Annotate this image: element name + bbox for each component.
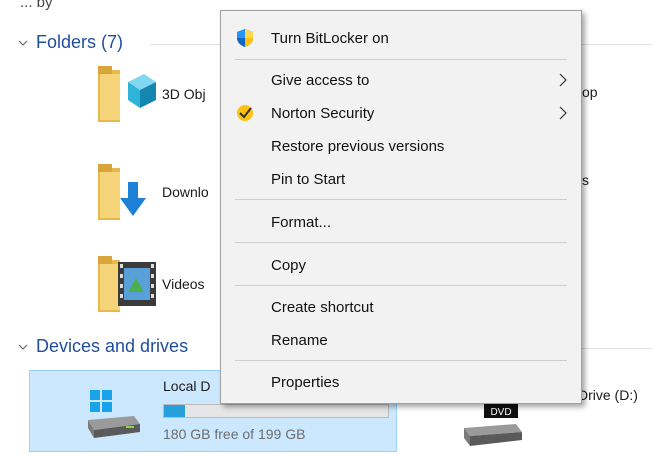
menu-separator	[235, 242, 567, 243]
folders-section-header[interactable]: Folders (7)	[18, 32, 123, 53]
context-menu: Turn BitLocker on Give access to Norton …	[220, 10, 582, 404]
folder-name-partial[interactable]: op	[582, 84, 598, 100]
menu-separator	[235, 360, 567, 361]
menu-item-label: Format...	[271, 213, 332, 231]
menu-item-copy[interactable]: Copy	[221, 250, 581, 280]
menu-item-label: Create shortcut	[271, 298, 374, 316]
uac-shield-icon	[235, 28, 255, 48]
dvd-drive-name[interactable]: Drive (D:)	[578, 387, 638, 403]
drive-usage-fill	[164, 405, 186, 417]
menu-item-label: Turn BitLocker on	[271, 29, 389, 47]
drive-free-space: 180 GB free of 199 GB	[163, 426, 306, 442]
section-divider	[582, 348, 652, 349]
drive-name: Local D	[163, 378, 211, 394]
menu-separator	[235, 199, 567, 200]
menu-item-label: Rename	[271, 331, 328, 349]
file-explorer: ... by Folders (7) 3D Obj Downlo Videos …	[0, 0, 655, 459]
menu-item-rename[interactable]: Rename	[221, 325, 581, 355]
menu-item-create-shortcut[interactable]: Create shortcut	[221, 292, 581, 322]
menu-item-label: Copy	[271, 256, 307, 274]
dvd-drive-icon[interactable]: DVD	[462, 404, 524, 453]
menu-separator	[235, 59, 567, 60]
folder-item-3d-objects[interactable]: 3D Obj	[98, 62, 206, 126]
menu-separator	[235, 285, 567, 286]
chevron-right-icon	[559, 73, 567, 87]
cropped-top-text: ... by	[20, 0, 53, 11]
menu-item-give-access-to[interactable]: Give access to	[221, 65, 581, 95]
drive-usage-bar	[163, 404, 389, 418]
folder-name: 3D Obj	[162, 86, 206, 102]
devices-section-label: Devices and drives	[36, 336, 189, 356]
videos-folder-icon	[98, 252, 158, 316]
menu-item-label: Restore previous versions	[271, 137, 445, 155]
dvd-badge: DVD	[490, 407, 511, 418]
menu-item-restore-previous-versions[interactable]: Restore previous versions	[221, 131, 581, 161]
menu-item-label: Give access to	[271, 71, 370, 89]
menu-item-pin-to-start[interactable]: Pin to Start	[221, 164, 581, 194]
section-divider	[582, 44, 652, 45]
menu-item-format[interactable]: Format...	[221, 207, 581, 237]
chevron-right-icon	[559, 106, 567, 120]
menu-item-label: Norton Security	[271, 104, 375, 122]
menu-item-norton-security[interactable]: Norton Security	[221, 98, 581, 128]
chevron-down-icon	[18, 344, 28, 350]
folders-section-label: Folders (7)	[36, 32, 124, 52]
3d-objects-folder-icon	[98, 62, 158, 126]
windows-drive-icon	[86, 388, 142, 447]
folder-name: Downlo	[162, 184, 209, 200]
folder-item-videos[interactable]: Videos	[98, 252, 205, 316]
devices-section-header[interactable]: Devices and drives	[18, 336, 188, 357]
menu-item-properties[interactable]: Properties	[221, 367, 581, 397]
menu-item-label: Properties	[271, 373, 340, 391]
downloads-folder-icon	[98, 160, 158, 224]
section-divider	[150, 44, 220, 45]
menu-item-label: Pin to Start	[271, 170, 346, 188]
folder-name: Videos	[162, 276, 205, 292]
folder-item-downloads[interactable]: Downlo	[98, 160, 209, 224]
chevron-down-icon	[18, 40, 28, 46]
menu-item-turn-bitlocker-on[interactable]: Turn BitLocker on	[221, 23, 581, 53]
folder-name-partial[interactable]: s	[582, 172, 589, 188]
norton-check-icon	[235, 103, 255, 123]
